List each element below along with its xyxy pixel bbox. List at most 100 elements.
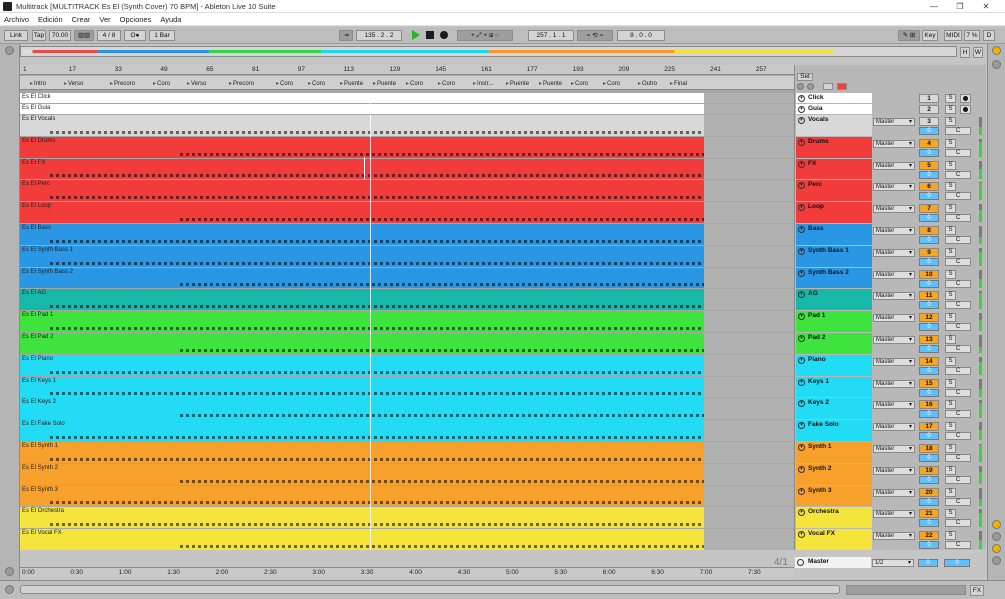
solo-button[interactable]: S	[945, 400, 956, 410]
track-fold-icon[interactable]: ▾	[798, 531, 805, 539]
output-routing-select[interactable]: Master	[873, 205, 915, 214]
output-routing-select[interactable]: Master	[873, 161, 915, 170]
stop-icon[interactable]	[426, 31, 434, 39]
track-volume[interactable]: 0	[919, 301, 939, 310]
track-clip-lane[interactable]: Es El Pad 1	[20, 311, 704, 332]
locator-marker[interactable]: Coro	[603, 80, 620, 87]
output-routing-select[interactable]: Master	[873, 445, 915, 453]
tap-tempo-button[interactable]: Tap	[32, 30, 46, 41]
track-activator-button[interactable]: 8	[919, 226, 939, 235]
output-routing-select[interactable]: Master	[873, 532, 915, 541]
optimize-height-button[interactable]: H	[960, 47, 970, 58]
empty-arrangement-area[interactable]	[704, 245, 794, 267]
solo-button[interactable]: S	[945, 313, 956, 323]
time-signature-field[interactable]: 4 / 8	[97, 30, 121, 41]
track-pan[interactable]: C	[945, 301, 971, 310]
track-clip-lane[interactable]: Es El Synth Bass 2	[20, 267, 704, 289]
track-header[interactable]: ▾ Synth 3	[796, 485, 872, 507]
arm-all-icon[interactable]	[837, 83, 847, 90]
solo-button[interactable]: S	[945, 335, 956, 344]
track-fold-icon[interactable]: ▾	[798, 247, 805, 255]
menu-edicion[interactable]: Edición	[38, 15, 63, 24]
play-icon[interactable]	[412, 30, 420, 40]
track-header[interactable]: ▾ Synth 2	[796, 463, 872, 485]
arm-record-button[interactable]	[960, 94, 971, 103]
track-activator-button[interactable]: 10	[919, 269, 939, 279]
track-header[interactable]: ▾ Bass	[796, 224, 872, 245]
sends-toggle-icon[interactable]	[992, 532, 1001, 541]
empty-arrangement-area[interactable]	[704, 529, 794, 550]
locator-marker[interactable]: Outro	[638, 80, 657, 87]
track-pan[interactable]: C	[945, 410, 971, 419]
track-clip-lane[interactable]: Es El Fake Solo	[20, 420, 704, 441]
locator-marker[interactable]: Puente	[539, 80, 562, 87]
empty-arrangement-area[interactable]	[704, 224, 794, 245]
track-pan[interactable]: C	[945, 170, 971, 179]
track-activator-button[interactable]: 1	[919, 94, 939, 103]
locator-marker[interactable]: Puente	[506, 80, 529, 87]
back-to-arrangement-icon[interactable]	[797, 83, 804, 90]
empty-arrangement-area[interactable]	[704, 333, 794, 354]
track-volume[interactable]: 0	[919, 257, 939, 266]
track-volume[interactable]: 0	[919, 127, 939, 135]
track-activator-button[interactable]: 16	[919, 400, 939, 410]
optimize-width-button[interactable]: W	[973, 47, 983, 58]
empty-arrangement-area[interactable]	[704, 376, 794, 398]
track-pan[interactable]: C	[945, 541, 971, 550]
track-volume[interactable]: 0	[919, 475, 939, 484]
track-activator-button[interactable]: 12	[919, 313, 939, 323]
info-view-toggle-icon[interactable]	[5, 567, 14, 576]
track-pan[interactable]: C	[945, 257, 971, 266]
track-activator-button[interactable]: 22	[919, 531, 939, 541]
output-routing-select[interactable]: Master	[873, 118, 915, 126]
set-button[interactable]: Set	[797, 73, 813, 81]
track-volume[interactable]: 0	[919, 323, 939, 332]
arrangement-position-field[interactable]: 135 . 2 . 2	[356, 30, 402, 41]
edit-icon[interactable]	[823, 83, 833, 90]
solo-button[interactable]: S	[945, 422, 956, 432]
track-fold-icon[interactable]: ▾	[798, 117, 805, 124]
track-pan[interactable]: C	[945, 366, 971, 375]
empty-arrangement-area[interactable]	[704, 158, 794, 180]
minimize-icon[interactable]: —	[921, 0, 947, 13]
output-routing-select[interactable]: Master	[873, 379, 915, 388]
output-routing-select[interactable]: Master	[873, 488, 915, 497]
track-clip-lane[interactable]: Es El Keys 1	[20, 376, 704, 398]
draw-mode-icon[interactable]: ✎ ⊞	[898, 30, 920, 41]
output-routing-select[interactable]: Master	[873, 466, 915, 475]
track-fold-icon[interactable]: ▾	[798, 400, 805, 408]
track-volume[interactable]: 0	[919, 279, 939, 288]
output-routing-select[interactable]: Master	[873, 357, 915, 366]
solo-button[interactable]: S	[945, 247, 956, 257]
track-pan[interactable]: C	[945, 475, 971, 484]
track-pan[interactable]: C	[945, 519, 971, 528]
track-activator-button[interactable]: 9	[919, 247, 939, 257]
menu-ayuda[interactable]: Ayuda	[160, 15, 181, 24]
track-fold-icon[interactable]: ▾	[798, 444, 805, 451]
track-clip-lane[interactable]: Es El FX	[20, 158, 704, 180]
track-fold-icon[interactable]: ▾	[798, 182, 805, 190]
track-pan[interactable]: C	[945, 497, 971, 506]
add-locator-icon[interactable]	[807, 83, 814, 90]
track-volume[interactable]: 0	[919, 410, 939, 419]
track-header[interactable]: ▾ Guia	[796, 104, 872, 114]
output-routing-select[interactable]: Master	[873, 139, 915, 148]
track-clip-lane[interactable]: Es El AG	[20, 289, 704, 311]
track-pan[interactable]: C	[945, 148, 971, 157]
track-fold-icon[interactable]: ▾	[798, 95, 805, 102]
track-header[interactable]: ▾ Keys 1	[796, 376, 872, 398]
track-clip-lane[interactable]: Es El Keys 2	[20, 398, 704, 420]
track-volume[interactable]: 0	[919, 541, 939, 550]
solo-button[interactable]: S	[945, 105, 956, 114]
session-view-toggle-icon[interactable]	[992, 60, 1001, 69]
track-fold-icon[interactable]: ▾	[798, 269, 805, 277]
locator-marker[interactable]: Coro	[153, 80, 170, 87]
track-fold-icon[interactable]: ▾	[798, 378, 805, 386]
track-header[interactable]: ▾ Orchestra	[796, 507, 872, 529]
locator-marker[interactable]: Puente	[340, 80, 363, 87]
track-activator-button[interactable]: 21	[919, 509, 939, 519]
track-clip-lane[interactable]: Es El Perc	[20, 180, 704, 202]
track-header[interactable]: ▾ Synth Bass 2	[796, 267, 872, 289]
restore-icon[interactable]: ❐	[947, 0, 973, 13]
empty-arrangement-area[interactable]	[704, 93, 794, 103]
